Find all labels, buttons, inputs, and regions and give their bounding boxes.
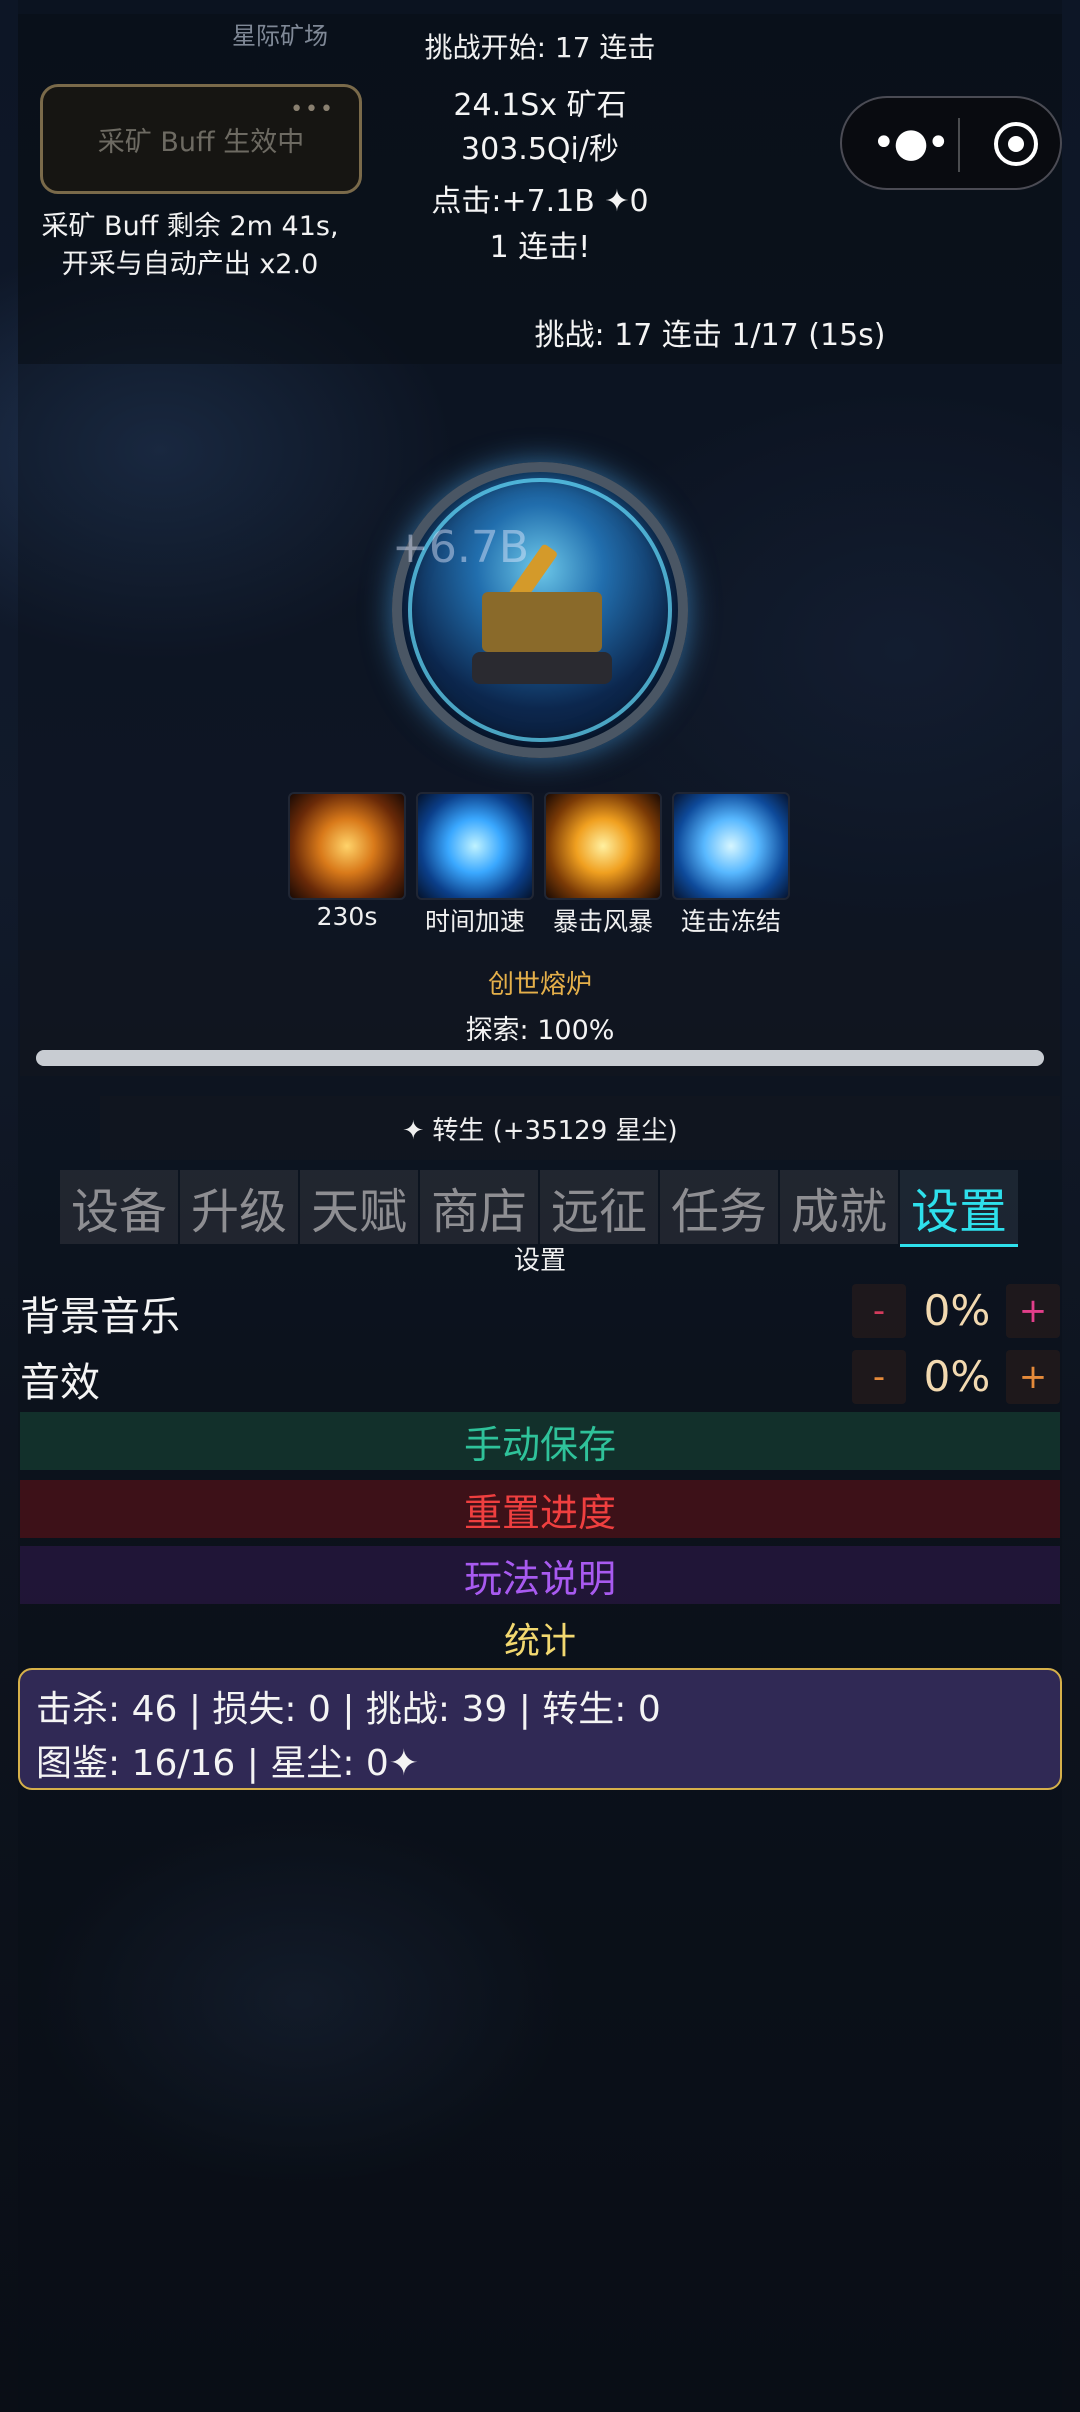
fire-skill-icon[interactable] <box>288 792 406 900</box>
buff-more-icon: ••• <box>290 97 335 122</box>
click-stat: 点击:+7.1B ✦0 <box>431 184 649 219</box>
tab-settings[interactable]: 设置 <box>900 1170 1018 1247</box>
combo-freeze-icon[interactable] <box>672 792 790 900</box>
tab-achievements[interactable]: 成就 <box>780 1170 898 1244</box>
drill-rig-icon <box>482 592 602 652</box>
tab-expedition[interactable]: 远征 <box>540 1170 658 1244</box>
explore-progress-bar <box>36 1050 1044 1066</box>
tab-upgrade[interactable]: 升级 <box>180 1170 298 1244</box>
tab-equipment[interactable]: 设备 <box>60 1170 178 1244</box>
stats-line-collection: 图鉴: 16/16 | 星尘: 0✦ <box>36 1743 419 1784</box>
music-volume-value: 0% <box>923 1286 991 1335</box>
buff-badge[interactable]: 采矿 Buff 生效中 ••• <box>40 84 362 194</box>
section-title: 设置 <box>513 1246 566 1276</box>
save-button[interactable]: 手动保存 <box>20 1412 1060 1470</box>
reset-progress-button[interactable]: 重置进度 <box>20 1480 1060 1538</box>
sfx-volume-value: 0% <box>923 1352 991 1401</box>
target-icon[interactable] <box>994 122 1038 166</box>
skill-label-cooldown: 230s <box>316 902 378 931</box>
ore-total: 24.1Sx 矿石 <box>453 88 627 123</box>
floating-gain-text: +6.7B <box>392 522 530 573</box>
stats-title: 统计 <box>503 1621 576 1662</box>
drill-base-icon <box>472 652 612 684</box>
crit-storm-icon[interactable] <box>544 792 662 900</box>
combo-text: 1 连击! <box>489 230 591 265</box>
tab-quests[interactable]: 任务 <box>660 1170 778 1244</box>
ore-rate: 303.5Qi/秒 <box>461 132 619 167</box>
music-label: 背景音乐 <box>20 1294 180 1340</box>
mine-button[interactable] <box>392 462 688 758</box>
music-minus-button[interactable]: - <box>852 1284 906 1338</box>
skill-label-combo-freeze: 连击冻结 <box>680 907 781 936</box>
miniprogram-capsule: •●• <box>840 96 1062 190</box>
tab-shop[interactable]: 商店 <box>420 1170 538 1244</box>
rebirth-label: ✦ 转生 (+35129 星尘) <box>402 1116 678 1146</box>
forge-name: 创世熔炉 <box>487 970 592 1000</box>
explore-progress-fill <box>36 1050 1044 1066</box>
more-dots-icon[interactable]: •●• <box>872 120 950 166</box>
explore-progress-text: 探索: 100% <box>465 1015 615 1046</box>
music-plus-button[interactable]: + <box>1006 1284 1060 1338</box>
time-accel-icon[interactable] <box>416 792 534 900</box>
sfx-label: 音效 <box>20 1360 100 1406</box>
buff-remaining-text: 采矿 Buff 剩余 2m 41s, <box>41 211 339 242</box>
challenge-start-text: 挑战开始: 17 连击 <box>424 31 656 64</box>
challenge-status: 挑战: 17 连击 1/17 (15s) <box>534 318 886 353</box>
sfx-plus-button[interactable]: + <box>1006 1350 1060 1404</box>
tab-talent[interactable]: 天赋 <box>300 1170 418 1244</box>
capsule-divider <box>958 118 960 172</box>
stats-line-combat: 击杀: 46 | 损失: 0 | 挑战: 39 | 转生: 0 <box>36 1689 661 1730</box>
skill-label-crit-storm: 暴击风暴 <box>552 907 653 936</box>
help-button[interactable]: 玩法说明 <box>20 1546 1060 1604</box>
buff-multiplier-text: 开采与自动产出 x2.0 <box>61 249 319 280</box>
sfx-minus-button[interactable]: - <box>852 1350 906 1404</box>
buff-badge-label: 采矿 Buff 生效中 <box>97 126 305 158</box>
skill-label-time-accel: 时间加速 <box>424 907 525 936</box>
tab-bar: 设备 升级 天赋 商店 远征 任务 成就 设置 <box>60 1170 1020 1247</box>
